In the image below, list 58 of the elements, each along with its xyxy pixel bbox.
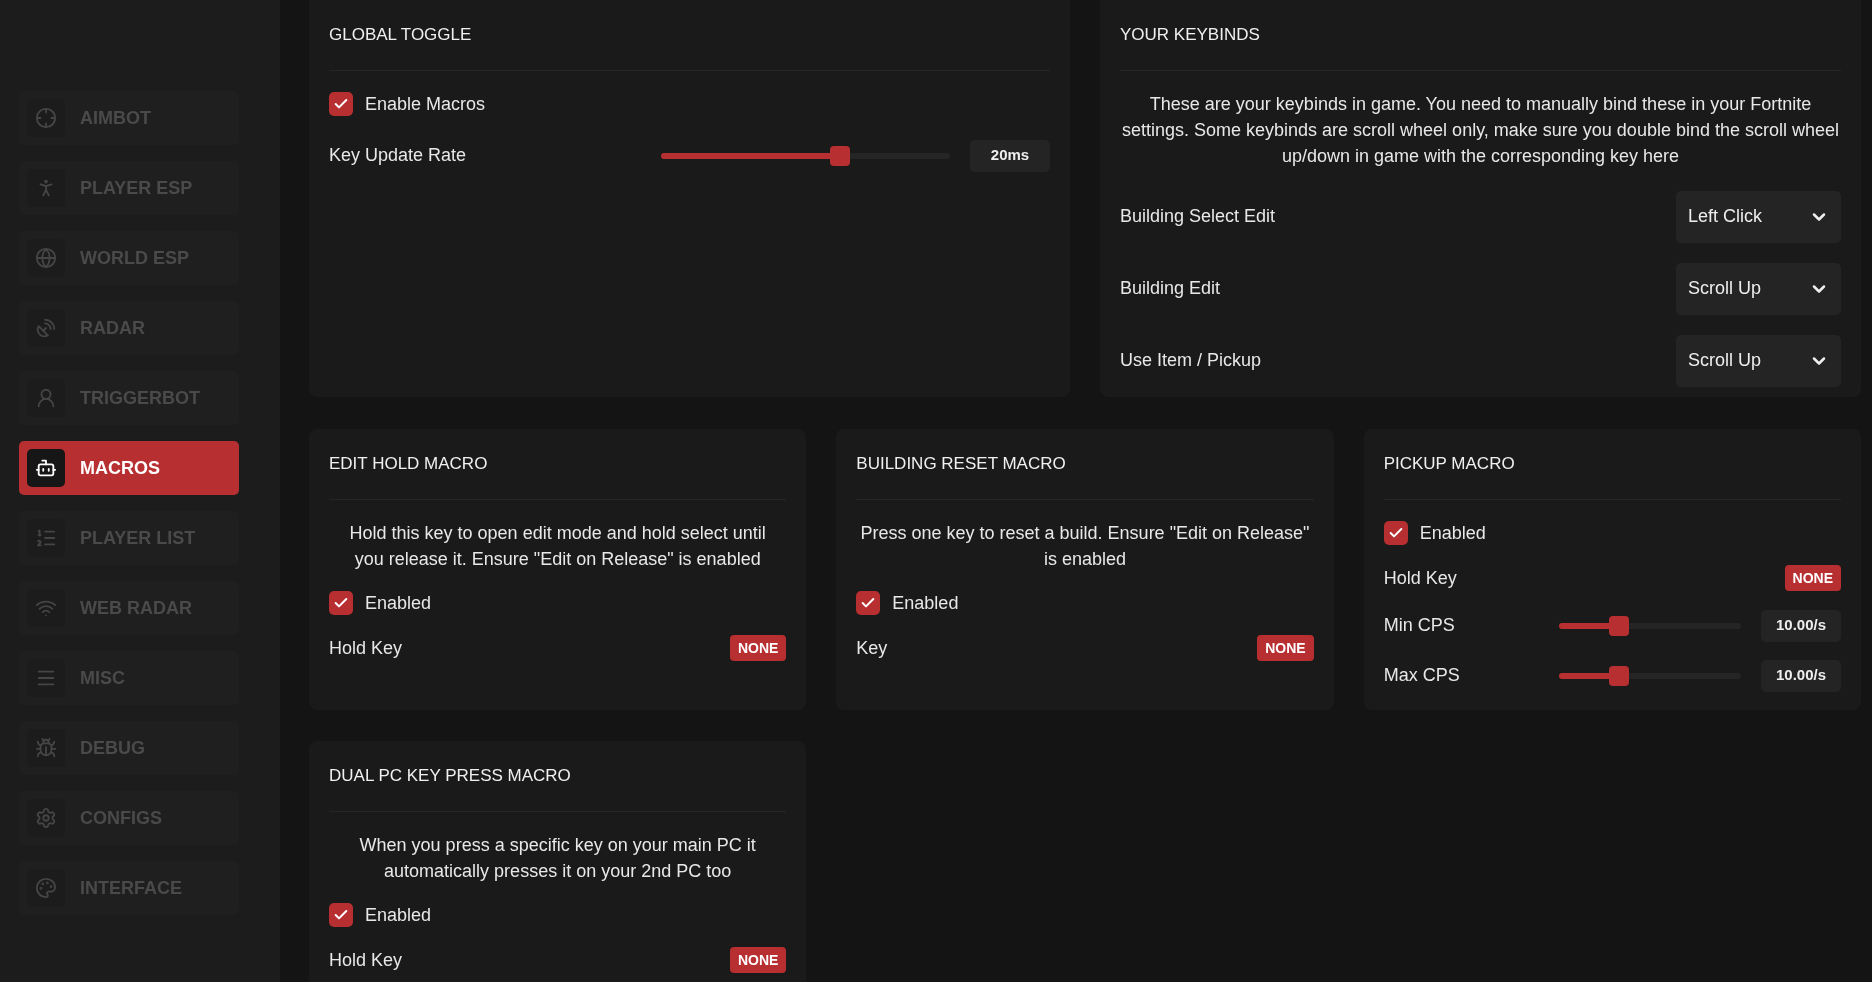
checkbox-label: Enabled: [365, 591, 432, 615]
slider-value: 10.00/s: [1761, 609, 1841, 642]
checkbox-label: Enabled: [365, 903, 432, 927]
keybind-label: Use Item / Pickup: [1120, 349, 1262, 372]
slider[interactable]: [1559, 615, 1741, 636]
slider[interactable]: [1559, 665, 1741, 686]
key-bind-button[interactable]: NONE: [729, 947, 787, 973]
card-title: GLOBAL TOGGLE: [329, 25, 472, 44]
key-label: Hold Key: [1383, 566, 1457, 590]
satellite-dish-icon: [35, 317, 57, 339]
slider-thumb[interactable]: [1609, 665, 1630, 686]
keybind-dropdown[interactable]: Left Click: [1676, 190, 1841, 243]
card-title: DUAL PC KEY PRESS MACRO: [329, 766, 571, 785]
key-label: Key: [856, 636, 888, 660]
keybind-dropdown[interactable]: Scroll Up: [1676, 334, 1841, 387]
robot-icon: [35, 457, 57, 479]
checkbox[interactable]: [329, 903, 353, 927]
key-bind-button[interactable]: NONE: [1784, 565, 1841, 591]
macro-description: When you press a specific key on your main PC it automatically presses it on your 2nd PC too: [358, 833, 757, 883]
slider-label: Max CPS: [1383, 664, 1461, 687]
checkbox[interactable]: [1383, 521, 1408, 545]
keybind-label: Building Edit: [1120, 277, 1221, 300]
checkbox-label: Enabled: [892, 591, 959, 615]
key-label: Hold Key: [329, 636, 403, 660]
macro-description: Hold this key to open edit mode and hold select until you release it. Ensure "Edit on Release" is enabled: [348, 521, 767, 571]
palette-icon: [35, 877, 57, 899]
card-title: YOUR KEYBINDS: [1120, 25, 1260, 44]
key-bind-button[interactable]: NONE: [729, 635, 787, 661]
slider[interactable]: [661, 145, 950, 166]
macro-description: Press one key to reset a build. Ensure "Edit on Release" is enabled: [859, 521, 1311, 571]
keybind-label: Building Select Edit: [1120, 205, 1276, 228]
card-title: EDIT HOLD MACRO: [329, 454, 488, 473]
sidebar-item[interactable]: MACROS: [19, 441, 239, 495]
key-bind-button[interactable]: NONE: [1257, 635, 1314, 661]
settings-icon: [35, 807, 57, 829]
numbered-list-icon: [35, 527, 57, 549]
card-title: PICKUP MACRO: [1383, 454, 1515, 473]
checkbox-label: Enabled: [1419, 521, 1486, 545]
slider-label: Min CPS: [1383, 614, 1456, 637]
card-title: BUILDING RESET MACRO: [856, 454, 1066, 473]
slider-label: Key Update Rate: [329, 144, 468, 167]
key-label: Hold Key: [329, 948, 403, 972]
checkbox[interactable]: [329, 591, 353, 615]
slider-value: 10.00/s: [1761, 659, 1841, 692]
checkbox-label: Enable Macros: [365, 92, 486, 116]
crosshair-icon: [35, 107, 57, 129]
checkbox[interactable]: [329, 92, 353, 116]
person-icon: [35, 387, 57, 409]
keybind-dropdown[interactable]: Scroll Up: [1676, 262, 1841, 315]
slider-fill: [1559, 672, 1610, 679]
bug-icon: [35, 737, 57, 759]
slider-thumb[interactable]: [1609, 615, 1630, 636]
slider-fill: [1559, 622, 1610, 629]
slider-thumb[interactable]: [830, 145, 851, 166]
checkbox[interactable]: [856, 591, 881, 615]
keybinds-description: These are your keybinds in game. You need to manually bind these in your Fortnite settings. Some keybinds are scroll wheel only, make sure you double bind the scroll wheel up/down in game with the corresponding key here: [1120, 92, 1840, 168]
slider-value: 20ms: [970, 139, 1050, 172]
globe-icon: [35, 247, 57, 269]
